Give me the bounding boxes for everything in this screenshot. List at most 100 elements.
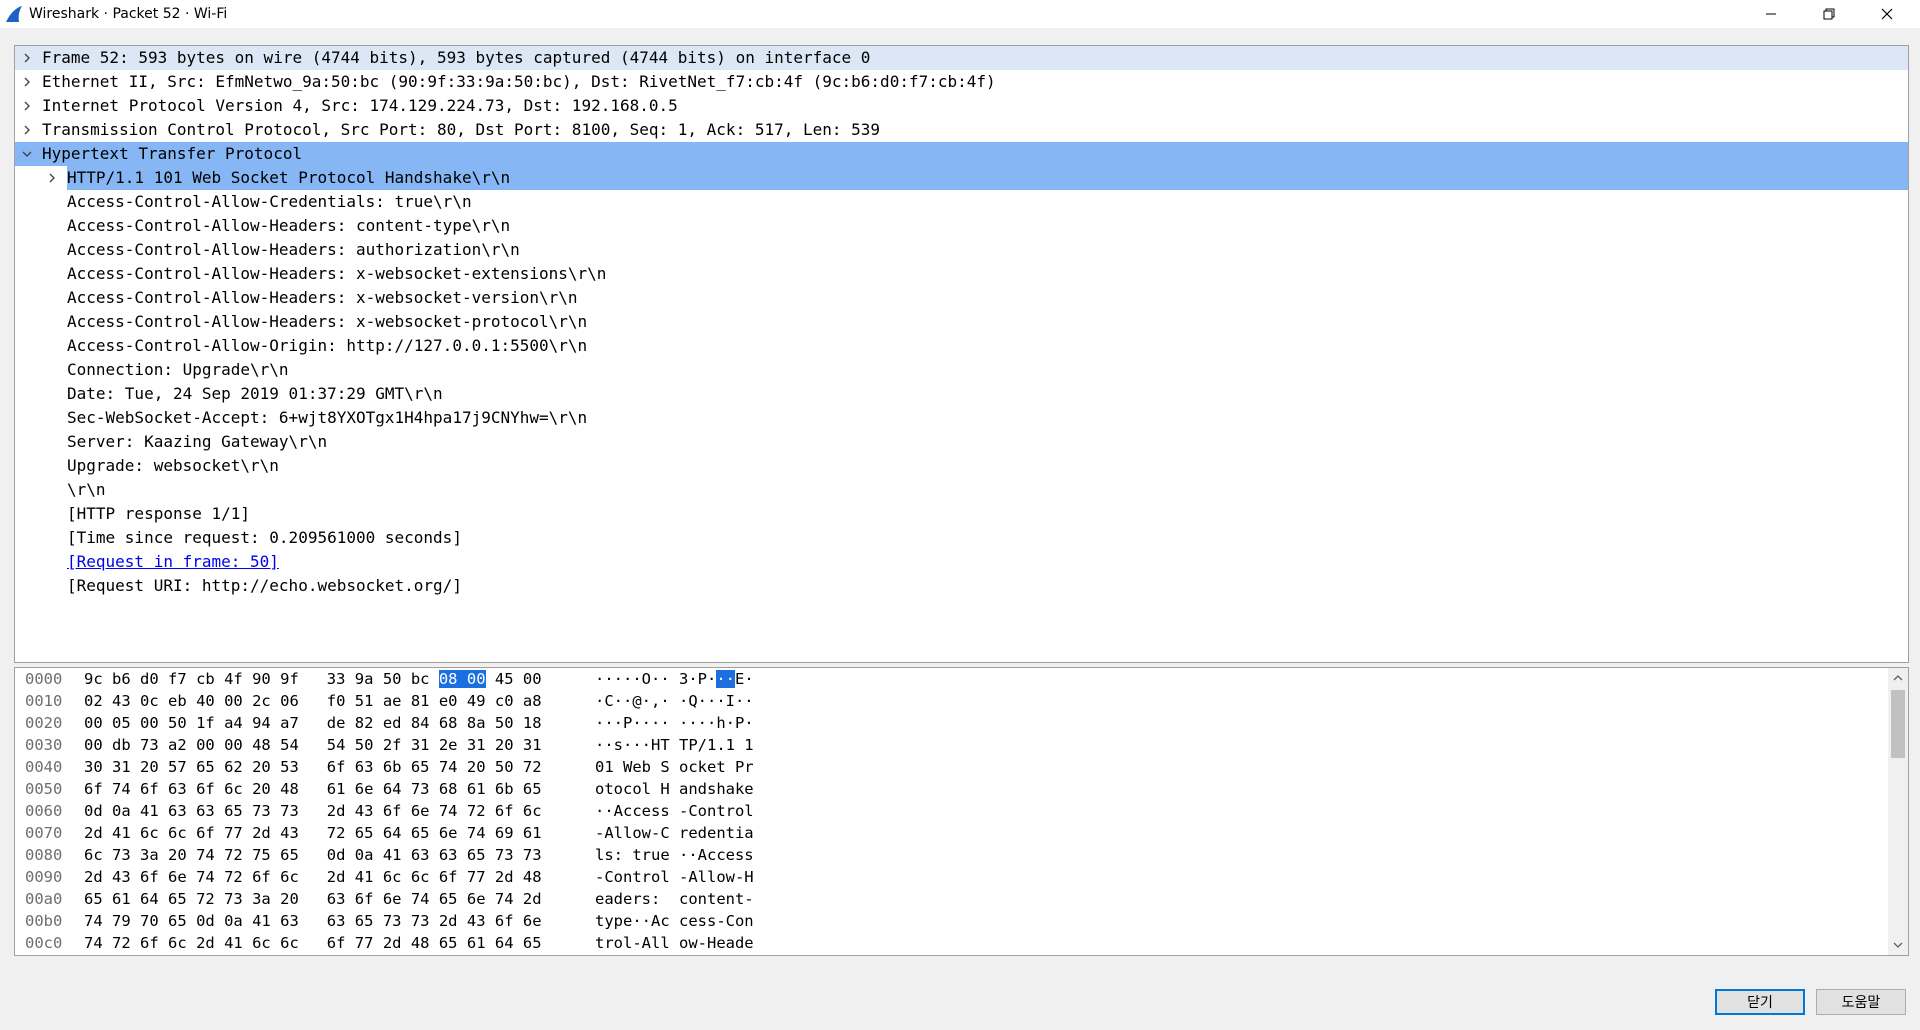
- hex-byte[interactable]: 6c: [84, 846, 103, 864]
- hex-row[interactable]: 0010 02 43 0c eb 40 00 2c 06 f0 51 ae 81 …: [15, 690, 1908, 712]
- hex-byte[interactable]: 79: [112, 912, 131, 930]
- hex-byte[interactable]: 18: [523, 714, 542, 732]
- hex-byte[interactable]: 2d: [84, 868, 103, 886]
- hex-byte[interactable]: 73: [252, 802, 271, 820]
- hex-byte[interactable]: 31: [411, 736, 430, 754]
- hex-byte[interactable]: 6f: [252, 868, 271, 886]
- tree-row[interactable]: [Time since request: 0.209561000 seconds…: [15, 526, 1908, 550]
- hex-byte[interactable]: 31: [523, 736, 542, 754]
- hex-byte[interactable]: 65: [523, 934, 542, 952]
- tree-row[interactable]: Frame 52: 593 bytes on wire (4744 bits),…: [15, 46, 1908, 70]
- hex-byte[interactable]: 74: [439, 758, 458, 776]
- hex-byte[interactable]: 0d: [84, 802, 103, 820]
- hex-byte[interactable]: 65: [439, 934, 458, 952]
- hex-byte[interactable]: 6c: [224, 780, 243, 798]
- hex-byte[interactable]: 20: [252, 758, 271, 776]
- hex-byte[interactable]: 00: [523, 670, 542, 688]
- hex-byte[interactable]: 61: [467, 934, 486, 952]
- hex-byte[interactable]: 74: [196, 846, 215, 864]
- hex-byte[interactable]: 74: [84, 934, 103, 952]
- hex-byte[interactable]: 08: [438, 670, 458, 688]
- tree-row[interactable]: Access-Control-Allow-Headers: x-websocke…: [15, 262, 1908, 286]
- hex-byte[interactable]: 6f: [140, 780, 159, 798]
- hex-byte[interactable]: 73: [495, 846, 514, 864]
- hex-row[interactable]: 0040 30 31 20 57 65 62 20 53 6f 63 6b 65 …: [15, 756, 1908, 778]
- hex-byte[interactable]: 20: [252, 780, 271, 798]
- hex-byte[interactable]: 64: [383, 780, 402, 798]
- hex-byte[interactable]: 57: [168, 758, 187, 776]
- hex-byte[interactable]: 3a: [140, 846, 159, 864]
- hex-byte[interactable]: d0: [140, 670, 159, 688]
- hex-byte[interactable]: a7: [280, 714, 299, 732]
- tree-row[interactable]: Access-Control-Allow-Headers: x-websocke…: [15, 286, 1908, 310]
- tree-row[interactable]: Access-Control-Allow-Credentials: true\r…: [15, 190, 1908, 214]
- hex-byte[interactable]: 65: [168, 912, 187, 930]
- hex-byte[interactable]: 48: [280, 780, 299, 798]
- hex-row[interactable]: 00b0 74 79 70 65 0d 0a 41 63 63 65 73 73 …: [15, 910, 1908, 932]
- hex-byte[interactable]: 43: [112, 692, 131, 710]
- chevron-right-icon[interactable]: [19, 70, 35, 94]
- chevron-down-icon[interactable]: [19, 142, 35, 166]
- hex-byte[interactable]: 6b: [495, 780, 514, 798]
- hex-byte[interactable]: 6f: [196, 780, 215, 798]
- hex-byte[interactable]: 4f: [224, 670, 243, 688]
- hex-row[interactable]: 0090 2d 43 6f 6e 74 72 6f 6c 2d 41 6c 6c …: [15, 866, 1908, 888]
- hex-row[interactable]: 0060 0d 0a 41 63 63 65 73 73 2d 43 6f 6e …: [15, 800, 1908, 822]
- hex-byte[interactable]: 65: [224, 802, 243, 820]
- hex-byte[interactable]: 77: [467, 868, 486, 886]
- hex-byte[interactable]: 0a: [112, 802, 131, 820]
- hex-byte[interactable]: 6c: [168, 824, 187, 842]
- hex-byte[interactable]: 72: [224, 868, 243, 886]
- hex-byte[interactable]: 70: [140, 912, 159, 930]
- hex-byte[interactable]: 90: [252, 670, 271, 688]
- hex-byte[interactable]: 61: [467, 780, 486, 798]
- hex-byte[interactable]: 94: [252, 714, 271, 732]
- hex-byte[interactable]: 00: [224, 692, 243, 710]
- hex-byte[interactable]: 6f: [495, 802, 514, 820]
- hex-byte[interactable]: 50: [495, 758, 514, 776]
- hex-row[interactable]: 00c0 74 72 6f 6c 2d 41 6c 6c 6f 77 2d 48 …: [15, 932, 1908, 954]
- tree-row[interactable]: Access-Control-Allow-Headers: x-websocke…: [15, 310, 1908, 334]
- hex-byte[interactable]: 74: [84, 912, 103, 930]
- hex-byte[interactable]: 6e: [467, 890, 486, 908]
- hex-byte[interactable]: 74: [467, 824, 486, 842]
- hex-byte[interactable]: 3a: [252, 890, 271, 908]
- hex-byte[interactable]: 63: [327, 890, 346, 908]
- hex-byte[interactable]: 2d: [84, 824, 103, 842]
- hex-byte[interactable]: 6e: [383, 890, 402, 908]
- hex-byte[interactable]: 2d: [495, 868, 514, 886]
- packet-details-tree[interactable]: Frame 52: 593 bytes on wire (4744 bits),…: [14, 45, 1909, 663]
- hex-byte[interactable]: 6c: [280, 868, 299, 886]
- hex-byte[interactable]: 9a: [355, 670, 374, 688]
- hex-byte[interactable]: 48: [411, 934, 430, 952]
- hex-byte[interactable]: 05: [112, 714, 131, 732]
- tree-row[interactable]: Connection: Upgrade\r\n: [15, 358, 1908, 382]
- hex-byte[interactable]: ed: [383, 714, 402, 732]
- hex-byte[interactable]: 41: [140, 802, 159, 820]
- hex-byte[interactable]: 63: [439, 846, 458, 864]
- hex-byte[interactable]: 74: [112, 780, 131, 798]
- hex-byte[interactable]: 2d: [196, 934, 215, 952]
- hex-byte[interactable]: 65: [439, 890, 458, 908]
- scroll-down-button[interactable]: [1888, 935, 1908, 955]
- tree-row[interactable]: [Request URI: http://echo.websocket.org/…: [15, 574, 1908, 598]
- hex-byte[interactable]: a4: [224, 714, 243, 732]
- hex-byte[interactable]: 54: [327, 736, 346, 754]
- hex-byte[interactable]: 20: [495, 736, 514, 754]
- hex-byte[interactable]: 63: [327, 912, 346, 930]
- hex-byte[interactable]: 41: [252, 912, 271, 930]
- request-frame-link[interactable]: [Request in frame: 50]: [67, 550, 279, 574]
- chevron-right-icon[interactable]: [19, 46, 35, 70]
- hex-byte[interactable]: 75: [252, 846, 271, 864]
- hex-byte[interactable]: 45: [495, 670, 514, 688]
- scroll-up-button[interactable]: [1888, 668, 1908, 688]
- hex-byte[interactable]: 65: [411, 758, 430, 776]
- hex-byte[interactable]: 6f: [140, 868, 159, 886]
- hex-byte[interactable]: 2d: [327, 868, 346, 886]
- hex-byte[interactable]: f0: [327, 692, 346, 710]
- packet-bytes-pane[interactable]: 0000 9c b6 d0 f7 cb 4f 90 9f 33 9a 50 bc …: [14, 667, 1909, 956]
- hex-byte[interactable]: 73: [383, 912, 402, 930]
- tree-row[interactable]: \r\n: [15, 478, 1908, 502]
- hex-byte[interactable]: 72: [327, 824, 346, 842]
- tree-row[interactable]: Upgrade: websocket\r\n: [15, 454, 1908, 478]
